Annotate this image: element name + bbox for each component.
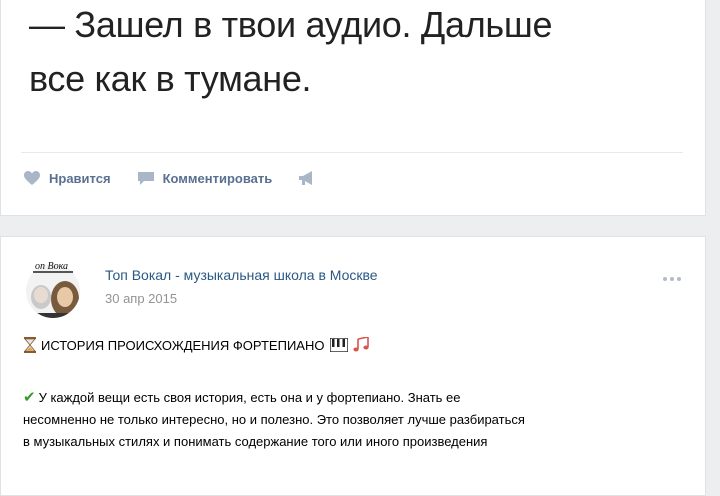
comment-label: Комментировать bbox=[162, 170, 273, 186]
quote-line-2: все как в тумане. bbox=[29, 58, 312, 99]
post-title: ИСТОРИЯ ПРОИСХОЖДЕНИЯ ФОРТЕПИАНО bbox=[23, 337, 376, 353]
quote-line-1: — Зашел в твои аудио. Дальше bbox=[29, 4, 553, 45]
megaphone-icon bbox=[299, 171, 313, 185]
hourglass-icon bbox=[24, 337, 36, 353]
svg-text:оп Вока: оп Вока bbox=[35, 261, 68, 272]
music-notes-icon bbox=[353, 337, 370, 352]
post-body: ✔ У каждой вещи есть своя история, есть о… bbox=[23, 387, 683, 453]
post-card-2: оп Вока Топ Вокал - музыкальная школа в … bbox=[0, 236, 706, 496]
divider bbox=[21, 152, 683, 153]
post-card-1: — Зашел в твои аудио. Дальше все как в т… bbox=[0, 0, 706, 216]
post-date[interactable]: 30 апр 2015 bbox=[105, 291, 177, 306]
post-body-line-2: несомненно не только интересно, но и пол… bbox=[23, 412, 525, 427]
post-title-text: ИСТОРИЯ ПРОИСХОЖДЕНИЯ ФОРТЕПИАНО bbox=[41, 337, 325, 353]
like-button[interactable]: Нравится bbox=[23, 170, 111, 186]
more-options-button[interactable] bbox=[663, 277, 681, 281]
post-actions: Нравится Комментировать bbox=[23, 170, 350, 186]
post-body-line-3: в музыкальных стилях и понимать содержан… bbox=[23, 434, 488, 449]
comment-button[interactable]: Комментировать bbox=[137, 170, 273, 186]
comment-icon bbox=[137, 172, 154, 185]
heart-icon bbox=[24, 171, 40, 185]
like-label: Нравится bbox=[49, 170, 111, 186]
avatar[interactable]: оп Вока bbox=[21, 255, 85, 319]
check-icon: ✔ bbox=[23, 389, 36, 406]
post-text: — Зашел в твои аудио. Дальше все как в т… bbox=[29, 0, 552, 106]
piano-keys-icon bbox=[330, 338, 349, 352]
share-button[interactable] bbox=[298, 170, 324, 186]
post-body-line-1: ✔ У каждой вещи есть своя история, есть о… bbox=[23, 389, 461, 406]
post-author-link[interactable]: Топ Вокал - музыкальная школа в Москве bbox=[105, 267, 378, 283]
